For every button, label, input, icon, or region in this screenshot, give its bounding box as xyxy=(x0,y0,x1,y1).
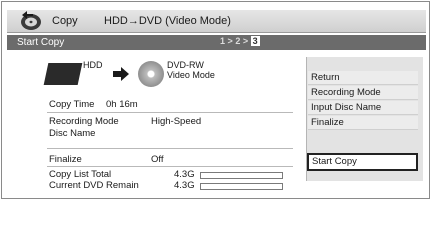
step-3-current: 3 xyxy=(250,36,260,46)
step-2: 2 xyxy=(235,36,241,46)
step-separator: > xyxy=(242,36,249,46)
divider xyxy=(47,112,293,113)
copy-diagram: HDD DVD-RW Video Mode xyxy=(7,51,287,97)
copy-list-total-bar xyxy=(200,172,283,179)
step-separator: > xyxy=(227,36,233,46)
copy-list-total-value: 4.3G xyxy=(174,169,195,180)
copy-time-label: Copy Time xyxy=(49,99,95,110)
dvd-disc-icon xyxy=(138,61,164,87)
divider xyxy=(47,166,293,167)
title-bar: Copy HDD→DVD (Video Mode) xyxy=(7,10,426,33)
dvd-remain-bar xyxy=(200,183,283,190)
menu-item-recording-mode[interactable]: Recording Mode xyxy=(308,86,418,100)
arrow-right-icon xyxy=(113,67,129,81)
step-1: 1 xyxy=(220,36,226,46)
dvd-remain-label: Current DVD Remain xyxy=(49,180,139,191)
disc-name-label: Disc Name xyxy=(49,128,96,139)
step-indicator: 1 > 2 > 3 xyxy=(220,36,260,46)
dvd-remain-value: 4.3G xyxy=(174,180,195,191)
menu-item-finalize[interactable]: Finalize xyxy=(308,116,418,130)
menu-item-input-disc-name[interactable]: Input Disc Name xyxy=(308,101,418,115)
recording-mode-label: Recording Mode xyxy=(49,116,119,127)
finalize-label: Finalize xyxy=(49,154,82,165)
title: Copy xyxy=(52,15,78,27)
step-label: Start Copy xyxy=(17,37,65,48)
copy-time-value: 0h 16m xyxy=(106,99,138,110)
source-label: HDD xyxy=(83,60,103,70)
step-bar: Start Copy 1 > 2 > 3 xyxy=(7,35,426,50)
content-panel: HDD DVD-RW Video Mode Copy Time 0h 16m R… xyxy=(7,51,426,196)
title-subtitle: HDD→DVD (Video Mode) xyxy=(104,15,231,27)
divider xyxy=(47,148,293,149)
start-copy-button[interactable]: Start Copy xyxy=(307,153,418,171)
destination-mode: Video Mode xyxy=(167,70,215,80)
copy-list-total-label: Copy List Total xyxy=(49,169,112,180)
destination-label: DVD-RW xyxy=(167,60,204,70)
hdd-icon xyxy=(43,63,83,85)
dialog-frame: Copy HDD→DVD (Video Mode) Start Copy 1 >… xyxy=(1,1,430,199)
finalize-value: Off xyxy=(151,154,164,165)
disc-copy-icon xyxy=(21,11,41,30)
menu-item-return[interactable]: Return xyxy=(308,71,418,85)
recording-mode-value: High-Speed xyxy=(151,116,202,127)
